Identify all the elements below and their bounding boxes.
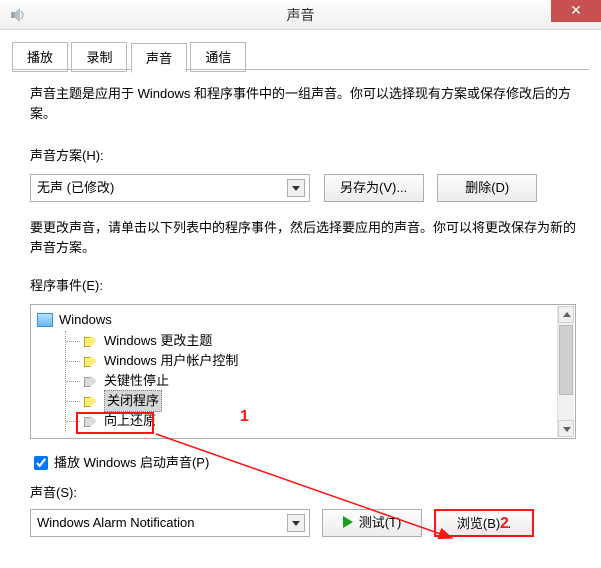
startup-sound-label: 播放 Windows 启动声音(P) <box>54 453 209 473</box>
speaker-icon <box>84 395 98 407</box>
scroll-thumb[interactable] <box>559 325 573 395</box>
event-item[interactable]: 向上还原 <box>66 411 575 431</box>
test-button[interactable]: 测试(T) <box>322 509 422 537</box>
tab-sounds[interactable]: 声音 <box>131 43 187 73</box>
intro-paragraph: 声音主题是应用于 Windows 和程序事件中的一组声音。你可以选择现有方案或保… <box>30 84 576 124</box>
event-label: Windows 更改主题 <box>104 331 212 351</box>
save-as-button[interactable]: 另存为(V)... <box>324 174 424 202</box>
tree-children: Windows 更改主题 Windows 用户帐户控制 关键性停止 关闭程序 向… <box>65 331 575 431</box>
titlebar: 声音 ✕ <box>0 0 601 30</box>
sound-dropdown-value: Windows Alarm Notification <box>37 515 195 530</box>
event-label: 关闭程序 <box>104 390 162 412</box>
tree-root-label: Windows <box>59 310 112 330</box>
speaker-muted-icon <box>84 415 98 427</box>
sound-label: 声音(S): <box>30 483 576 503</box>
tab-playback[interactable]: 播放 <box>12 42 68 72</box>
play-icon <box>343 516 353 528</box>
speaker-muted-icon <box>84 375 98 387</box>
close-button[interactable]: ✕ <box>551 0 601 22</box>
tab-recording[interactable]: 录制 <box>71 42 127 72</box>
events-paragraph: 要更改声音，请单击以下列表中的程序事件，然后选择要应用的声音。你可以将更改保存为… <box>30 218 576 258</box>
sound-dropdown[interactable]: Windows Alarm Notification <box>30 509 310 537</box>
tab-communications[interactable]: 通信 <box>190 42 246 72</box>
scroll-down-button[interactable] <box>558 420 574 437</box>
tree-root: Windows Windows 更改主题 Windows 用户帐户控制 关键性停… <box>31 309 575 431</box>
event-item-selected[interactable]: 关闭程序 <box>66 391 575 411</box>
browse-button[interactable]: 浏览(B)... <box>434 509 534 537</box>
event-label: 向上还原 <box>104 411 156 431</box>
chevron-down-icon <box>287 514 305 532</box>
startup-sound-row: 播放 Windows 启动声音(P) <box>30 453 576 473</box>
tree-root-row[interactable]: Windows <box>37 309 575 331</box>
test-button-label: 测试(T) <box>359 515 402 530</box>
windows-icon <box>37 313 53 327</box>
speaker-icon <box>84 355 98 367</box>
scroll-up-button[interactable] <box>558 306 574 323</box>
sound-row: Windows Alarm Notification 测试(T) 浏览(B)..… <box>30 509 576 537</box>
events-label: 程序事件(E): <box>30 276 576 296</box>
scheme-row: 无声 (已修改) 另存为(V)... 删除(D) <box>30 174 576 202</box>
tab-content: 声音主题是应用于 Windows 和程序事件中的一组声音。你可以选择现有方案或保… <box>30 84 576 537</box>
scheme-label: 声音方案(H): <box>30 146 576 166</box>
tab-strip: 播放 录制 声音 通信 <box>12 42 589 70</box>
delete-button[interactable]: 删除(D) <box>437 174 537 202</box>
window-title: 声音 <box>0 5 601 25</box>
event-item[interactable]: Windows 更改主题 <box>66 331 575 351</box>
event-label: 关键性停止 <box>104 371 169 391</box>
event-label: Windows 用户帐户控制 <box>104 351 238 371</box>
tab-underline <box>12 69 589 70</box>
speaker-icon <box>84 335 98 347</box>
close-icon: ✕ <box>570 2 582 18</box>
scrollbar[interactable] <box>557 306 574 437</box>
chevron-down-icon <box>287 179 305 197</box>
startup-sound-checkbox[interactable] <box>34 456 48 470</box>
events-listbox[interactable]: Windows Windows 更改主题 Windows 用户帐户控制 关键性停… <box>30 304 576 439</box>
event-item[interactable]: 关键性停止 <box>66 371 575 391</box>
scheme-dropdown[interactable]: 无声 (已修改) <box>30 174 310 202</box>
scheme-dropdown-value: 无声 (已修改) <box>37 180 114 195</box>
event-item[interactable]: Windows 用户帐户控制 <box>66 351 575 371</box>
